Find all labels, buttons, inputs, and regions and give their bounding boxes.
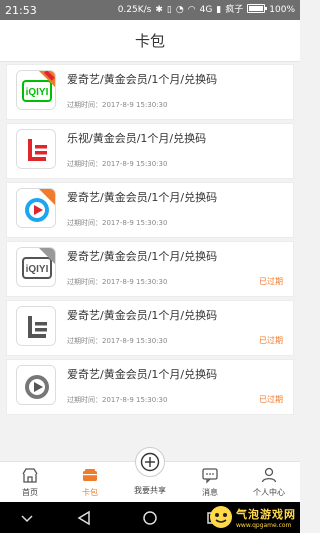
card-expiry: 过期时间：2017-8-9 15:30:30	[67, 337, 168, 345]
card-expiry: 过期时间：2017-8-9 15:30:30	[67, 160, 168, 168]
user-icon	[261, 467, 277, 483]
card-list: iQIYI 爱奇艺/黄金会员/1个月/兑换码 过期时间：2017-8-9 15:…	[0, 64, 300, 418]
card-title: 爱奇艺/黄金会员/1个月/兑换码	[67, 73, 218, 86]
card-title: 爱奇艺/黄金会员/1个月/兑换码	[67, 191, 218, 204]
signal-label: 4G	[199, 4, 213, 15]
battery-icon	[247, 4, 268, 16]
app-screen: 21:53 0.25K/s ✱ ▯ ◔ ◠ 4G ▮ 疯子 100% 卡包 iQ…	[0, 0, 300, 533]
bottom-nav: 首页 卡包 我要共享 消息 个人中心	[0, 447, 300, 503]
youku-grey-logo-icon	[16, 365, 56, 405]
status-time: 21:53	[5, 3, 37, 17]
signal-icon: ▮	[216, 4, 222, 15]
wallet-icon	[83, 469, 97, 481]
watermark-en: www.qpgame.com	[236, 521, 292, 529]
card-status: 已过期	[259, 336, 283, 345]
chevron-down-icon[interactable]	[18, 509, 36, 527]
carrier-name: 疯子	[225, 4, 244, 15]
plus-icon	[140, 452, 160, 472]
nav-messages-label: 消息	[202, 488, 218, 497]
nav-share-label: 我要共享	[134, 486, 166, 495]
nav-home[interactable]: 首页	[5, 462, 55, 503]
card-status: 已过期	[259, 277, 283, 286]
card-expiry: 过期时间：2017-8-9 15:30:30	[67, 278, 168, 286]
wifi-icon: ◠	[187, 4, 196, 15]
page-header: 卡包	[0, 20, 300, 62]
back-icon[interactable]	[76, 509, 94, 527]
iqiyi-grey-logo-icon: iQIYI	[16, 247, 56, 287]
card-expiry: 过期时间：2017-8-9 15:30:30	[67, 396, 168, 404]
card-title: 爱奇艺/黄金会员/1个月/兑换码	[67, 250, 218, 263]
svg-text:iQIYI: iQIYI	[26, 264, 49, 275]
nav-profile[interactable]: 个人中心	[244, 462, 294, 503]
watermark: 气泡游戏网 www.qpgame.com	[209, 505, 296, 529]
card-item[interactable]: iQIYI 爱奇艺/黄金会员/1个月/兑换码 过期时间：2017-8-9 15:…	[6, 64, 294, 120]
card-item[interactable]: 乐视/黄金会员/1个月/兑换码 过期时间：2017-8-9 15:30:30	[6, 123, 294, 179]
nav-card[interactable]: 卡包	[65, 462, 115, 503]
battery-percent: 100%	[269, 4, 295, 15]
youku-vip-logo-icon	[16, 188, 56, 228]
card-expiry: 过期时间：2017-8-9 15:30:30	[67, 101, 168, 109]
alarm-icon: ◔	[175, 4, 184, 15]
nav-card-label: 卡包	[82, 488, 98, 497]
bluetooth-icon: ✱	[155, 4, 163, 15]
card-item[interactable]: 爱奇艺/黄金会员/1个月/兑换码 过期时间：2017-8-9 15:30:30	[6, 182, 294, 238]
card-title: 乐视/黄金会员/1个月/兑换码	[67, 132, 207, 145]
message-icon	[202, 468, 218, 484]
watermark-text: 气泡游戏网 www.qpgame.com	[236, 506, 296, 529]
letv-logo-icon	[16, 129, 56, 169]
svg-text:iQIYI: iQIYI	[26, 87, 49, 98]
nav-home-label: 首页	[22, 488, 38, 497]
card-item[interactable]: 爱奇艺/黄金会员/1个月/兑换码 过期时间：2017-8-9 15:30:30 …	[6, 300, 294, 356]
watermark-cn: 气泡游戏网	[236, 507, 296, 521]
nav-messages[interactable]: 消息	[185, 462, 235, 503]
home-icon	[22, 468, 38, 483]
home-circle-icon[interactable]	[141, 509, 159, 527]
card-status: 已过期	[259, 395, 283, 404]
network-speed: 0.25K/s	[117, 4, 152, 15]
card-item[interactable]: 爱奇艺/黄金会员/1个月/兑换码 过期时间：2017-8-9 15:30:30 …	[6, 359, 294, 415]
card-title: 爱奇艺/黄金会员/1个月/兑换码	[67, 368, 218, 381]
vibrate-icon: ▯	[166, 4, 172, 15]
card-expiry: 过期时间：2017-8-9 15:30:30	[67, 219, 168, 227]
card-item[interactable]: iQIYI 爱奇艺/黄金会员/1个月/兑换码 过期时间：2017-8-9 15:…	[6, 241, 294, 297]
nav-share[interactable]: 我要共享	[124, 447, 176, 503]
system-nav-bar: 气泡游戏网 www.qpgame.com	[0, 502, 300, 533]
mascot-icon	[210, 506, 232, 528]
iqiyi-vip-logo-icon: iQIYI	[16, 70, 56, 110]
page-title: 卡包	[134, 32, 165, 50]
nav-profile-label: 个人中心	[253, 488, 285, 497]
status-bar: 21:53 0.25K/s ✱ ▯ ◔ ◠ 4G ▮ 疯子 100%	[0, 0, 300, 20]
status-icons: 0.25K/s ✱ ▯ ◔ ◠ 4G ▮ 疯子 100%	[118, 4, 295, 16]
letv-grey-logo-icon	[16, 306, 56, 346]
card-title: 爱奇艺/黄金会员/1个月/兑换码	[67, 309, 218, 322]
share-plus-button[interactable]	[135, 447, 165, 477]
